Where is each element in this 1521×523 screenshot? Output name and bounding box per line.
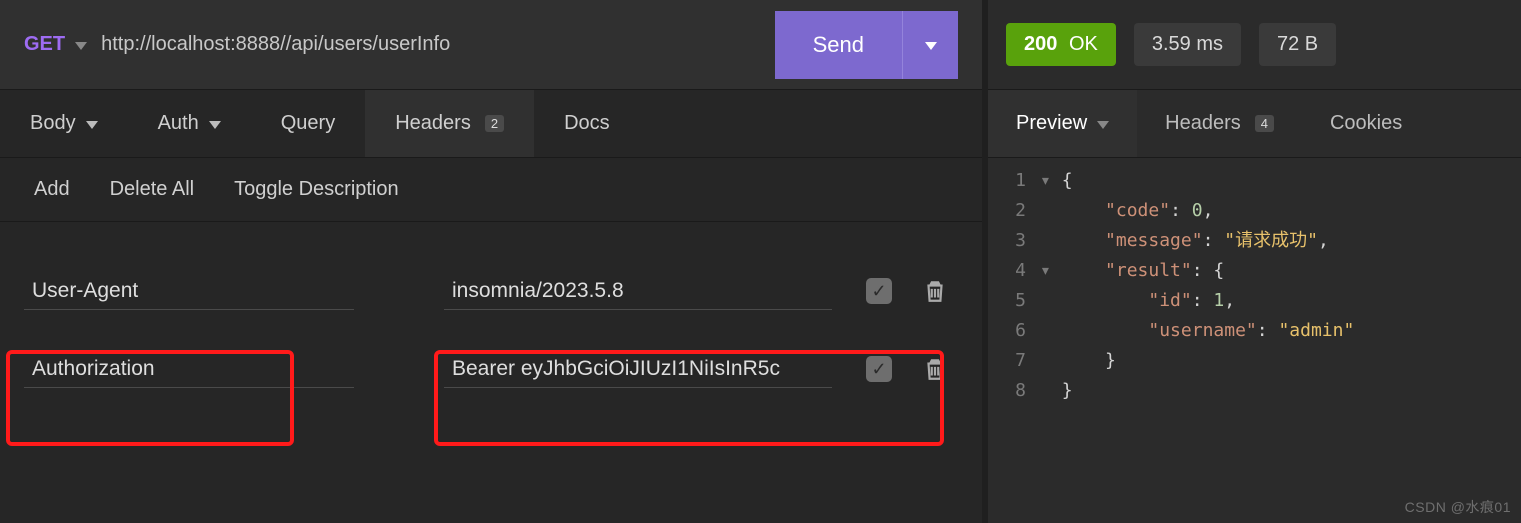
chevron-down-icon — [1097, 121, 1109, 129]
table-row: Authorization Bearer eyJhbGciOiJIUzI1NiI… — [24, 330, 958, 408]
trash-icon[interactable] — [922, 356, 948, 382]
tab-label: Headers — [1165, 112, 1241, 135]
trash-icon[interactable] — [922, 278, 948, 304]
tab-label: Headers — [395, 112, 471, 135]
response-pane: 200 OK 3.59 ms 72 B Preview Headers 4 Co… — [982, 0, 1521, 523]
toggle-description-button[interactable]: Toggle Description — [234, 178, 399, 201]
tab-headers[interactable]: Headers 2 — [365, 90, 534, 157]
tab-label: Docs — [564, 112, 610, 135]
url-bar: GET Send — [0, 0, 982, 90]
tab-label: Body — [30, 112, 76, 135]
send-button[interactable]: Send — [775, 11, 902, 79]
response-body[interactable]: 1▾ {2 "code": 0,3 "message": "请求成功",4▾ "… — [988, 158, 1521, 406]
tab-label: Auth — [158, 112, 199, 135]
url-input[interactable] — [101, 33, 760, 56]
tab-label: Cookies — [1330, 112, 1402, 135]
header-enabled-checkbox[interactable]: ✓ — [866, 356, 892, 382]
status-badge: 200 OK — [1006, 23, 1116, 66]
send-button-group: Send — [775, 11, 958, 79]
chevron-down-icon — [86, 121, 98, 129]
request-pane: GET Send Body Auth Query — [0, 0, 982, 523]
headers-list: User-Agent insomnia/2023.5.8 ✓ Authoriza… — [0, 222, 982, 408]
tab-response-headers[interactable]: Headers 4 — [1137, 90, 1302, 157]
add-button[interactable]: Add — [34, 178, 70, 201]
tab-auth[interactable]: Auth — [128, 90, 251, 157]
watermark: CSDN @水痕01 — [1405, 497, 1511, 517]
method-select[interactable]: GET — [24, 33, 87, 56]
header-value-input[interactable]: Bearer eyJhbGciOiJIUzI1NiIsInR5c — [444, 351, 832, 388]
tab-query[interactable]: Query — [251, 90, 365, 157]
header-enabled-checkbox[interactable]: ✓ — [866, 278, 892, 304]
response-status-bar: 200 OK 3.59 ms 72 B — [988, 0, 1521, 90]
header-key-input[interactable]: Authorization — [24, 351, 354, 388]
status-code: 200 — [1024, 33, 1057, 55]
header-value-input[interactable]: insomnia/2023.5.8 — [444, 273, 832, 310]
table-row: User-Agent insomnia/2023.5.8 ✓ — [24, 252, 958, 330]
request-tabs: Body Auth Query Headers 2 Docs — [0, 90, 982, 158]
chevron-down-icon — [75, 42, 87, 50]
send-dropdown[interactable] — [902, 11, 958, 79]
tab-preview[interactable]: Preview — [988, 90, 1137, 157]
chevron-down-icon — [925, 42, 937, 50]
delete-all-button[interactable]: Delete All — [110, 178, 195, 201]
headers-toolbar: Add Delete All Toggle Description — [0, 158, 982, 222]
method-label: GET — [24, 33, 65, 56]
response-tabs: Preview Headers 4 Cookies — [988, 90, 1521, 158]
tab-cookies[interactable]: Cookies — [1302, 90, 1430, 157]
tab-label: Preview — [1016, 112, 1087, 135]
status-text: OK — [1069, 33, 1098, 55]
tab-docs[interactable]: Docs — [534, 90, 640, 157]
size-badge: 72 B — [1259, 23, 1336, 66]
header-key-input[interactable]: User-Agent — [24, 273, 354, 310]
chevron-down-icon — [209, 121, 221, 129]
time-badge: 3.59 ms — [1134, 23, 1241, 66]
headers-count-badge: 2 — [485, 115, 504, 132]
tab-body[interactable]: Body — [0, 90, 128, 157]
headers-count-badge: 4 — [1255, 115, 1274, 132]
tab-label: Query — [281, 112, 335, 135]
